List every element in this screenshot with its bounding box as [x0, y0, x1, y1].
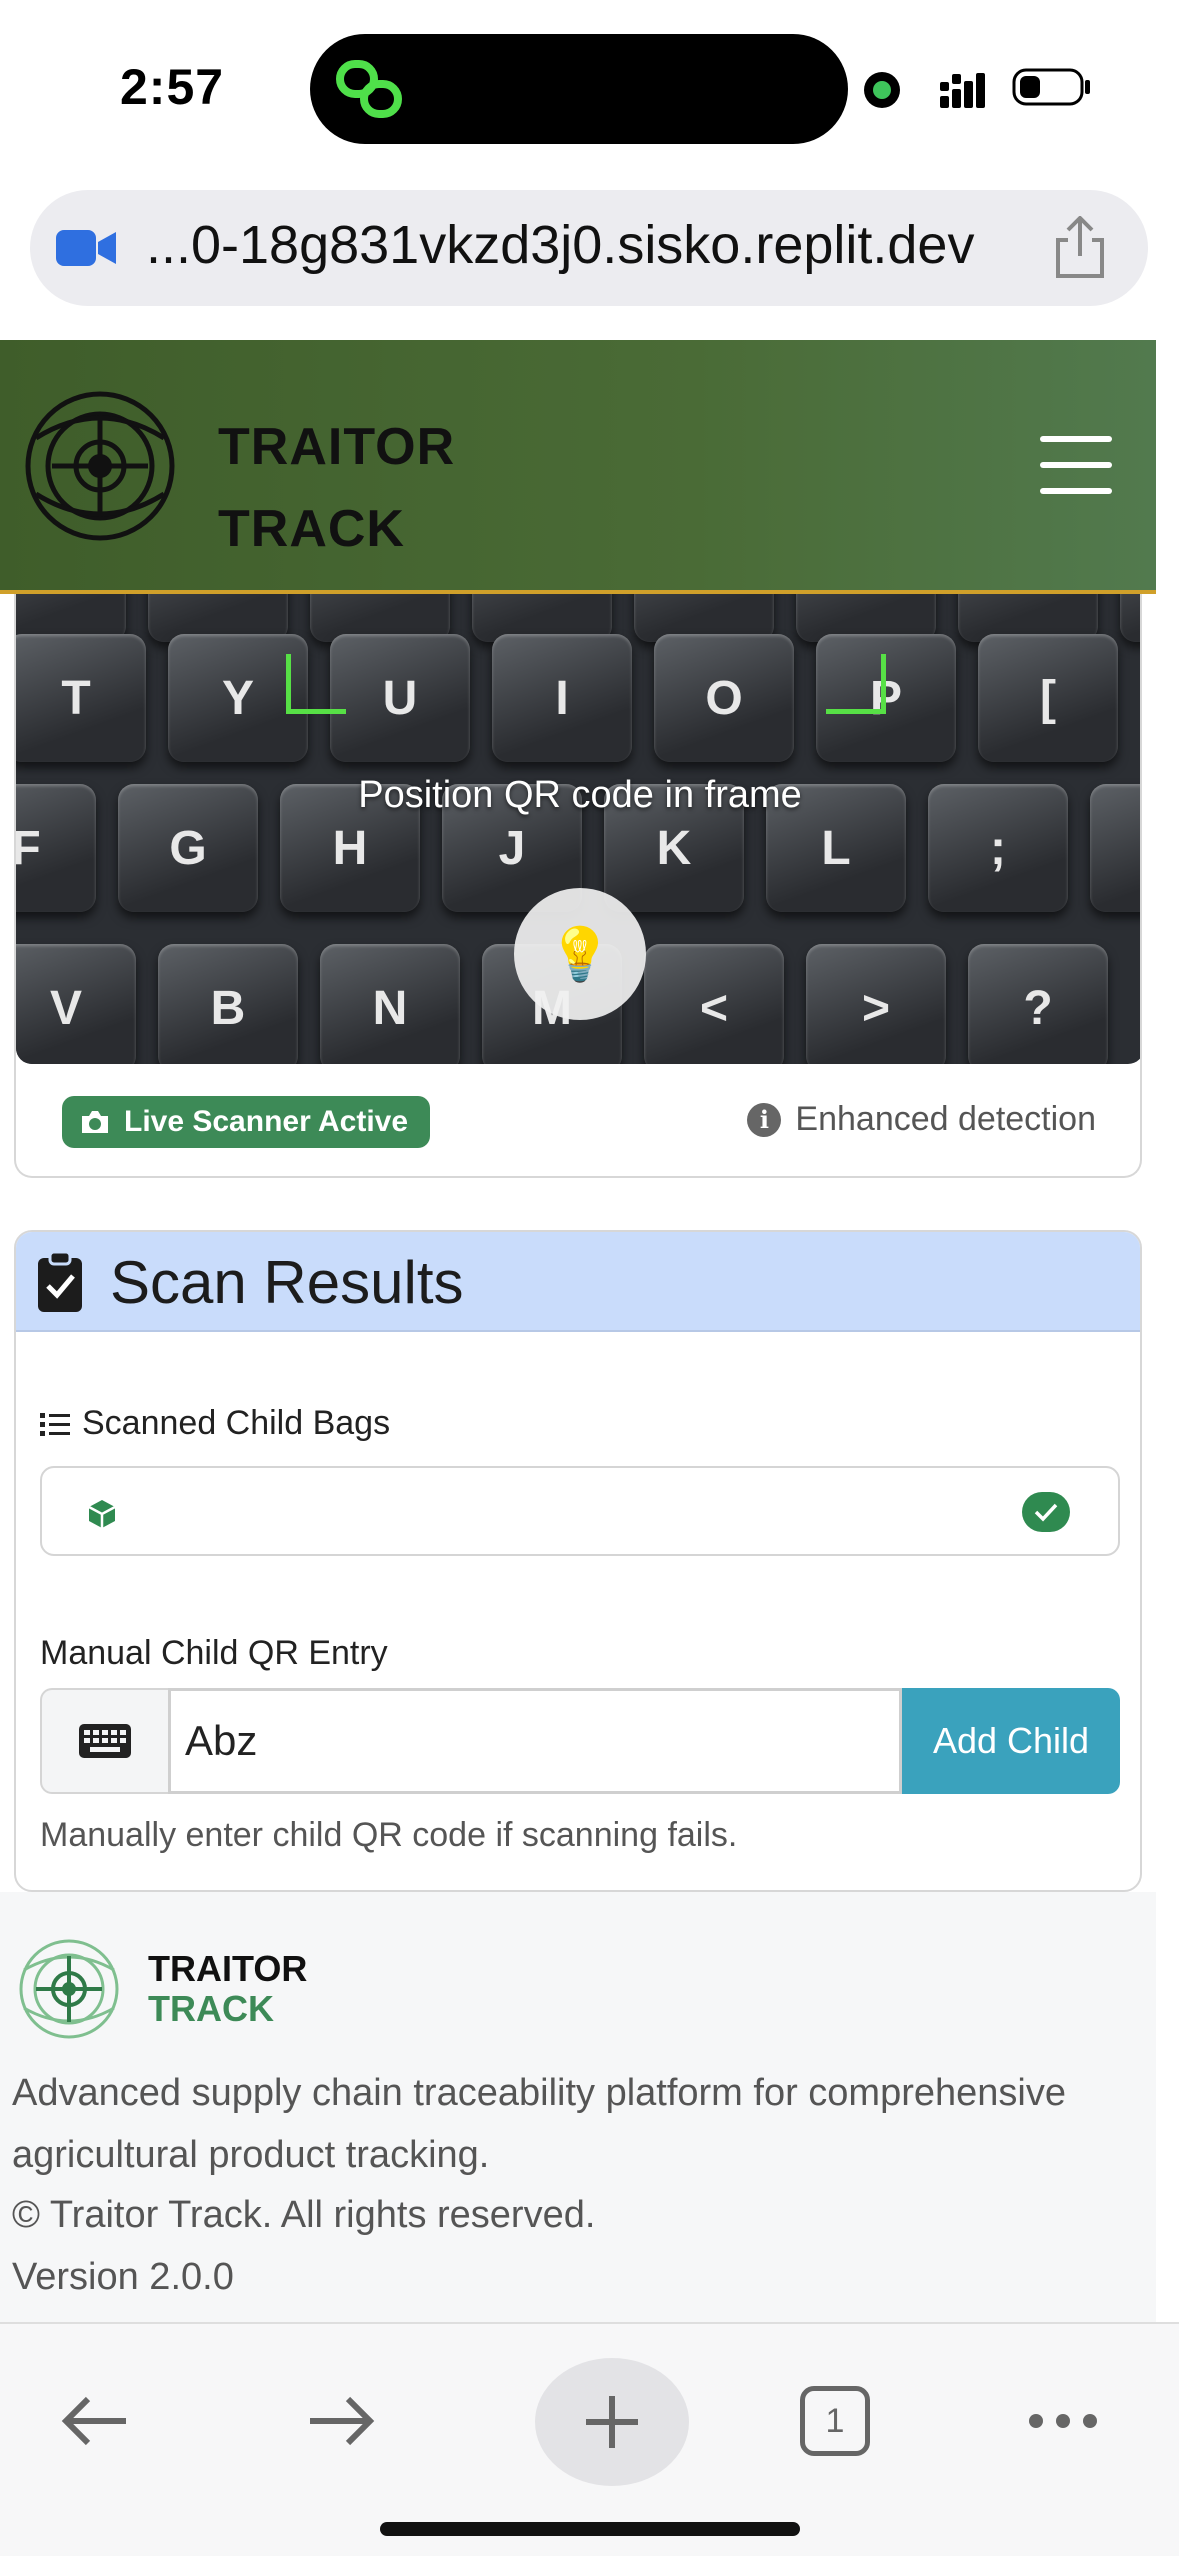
key-label: N: [320, 944, 460, 1064]
live-badge-label: Live Scanner Active: [124, 1105, 409, 1138]
child-bag-list: [40, 1466, 1120, 1556]
signal-icon: [940, 73, 985, 108]
scanner-status-bar: Live Scanner Active i Enhanced detection: [16, 1064, 1140, 1176]
key-label: T: [16, 634, 146, 762]
footer-brand-line-2: TRACK: [148, 1988, 274, 2029]
key-label: U: [330, 634, 470, 762]
enhanced-detection-label: Enhanced detection: [795, 1100, 1096, 1138]
key-label: B: [158, 944, 298, 1064]
manual-entry-label: Manual Child QR Entry: [40, 1634, 388, 1672]
scan-results-card: Scan Results Scanned Child Bags Manual C…: [14, 1230, 1142, 1892]
link-app-icon: [336, 60, 402, 118]
more-dots-icon: [1029, 2414, 1097, 2428]
keyboard-row-2: T Y U I O P [: [16, 634, 1118, 762]
footer-brand-line-1: TRAITOR: [148, 1948, 308, 1989]
camera-icon: [82, 1111, 108, 1133]
list-icon: [40, 1412, 70, 1436]
app-header: TRAITOR TRACK: [0, 340, 1156, 594]
key-label: V: [16, 944, 136, 1064]
url-text[interactable]: ...0-18g831vkzd3j0.sisko.replit.dev: [146, 214, 974, 276]
footer-version: Version 2.0.0: [12, 2256, 234, 2298]
add-child-button[interactable]: Add Child: [902, 1688, 1120, 1794]
info-icon: i: [747, 1102, 782, 1137]
arrow-left-icon: [61, 2396, 126, 2446]
key-label: <: [644, 944, 784, 1064]
scan-frame-corner: [826, 654, 886, 714]
camera-indicator-icon: [864, 72, 900, 108]
brand-line-2: TRACK: [218, 500, 405, 558]
back-button[interactable]: [40, 2366, 150, 2476]
dynamic-island: [310, 34, 848, 144]
footer-logo-icon: [19, 1939, 119, 2039]
torch-toggle-button[interactable]: 💡: [514, 888, 646, 1020]
child-qr-input[interactable]: [168, 1688, 902, 1794]
live-scanner-badge: Live Scanner Active: [62, 1096, 431, 1148]
scan-prompt: Position QR code in frame: [358, 774, 802, 816]
results-header: Scan Results: [16, 1232, 1140, 1332]
scan-frame-corner: [286, 654, 346, 714]
brand-name: TRAITOR TRACK: [218, 406, 455, 570]
new-tab-button[interactable]: [535, 2358, 689, 2486]
key-label: O: [654, 634, 794, 762]
keyboard-icon: [40, 1688, 168, 1794]
video-camera-icon: [56, 230, 116, 266]
scanner-card: T Y U I O P [ F G H J K L ; ' V B N M < …: [14, 594, 1142, 1178]
forward-button[interactable]: [286, 2366, 396, 2476]
more-button[interactable]: [1008, 2366, 1118, 2476]
tab-count: 1: [800, 2386, 870, 2456]
clipboard-check-icon: [38, 1250, 82, 1312]
footer-description: Advanced supply chain traceability platf…: [12, 2072, 1066, 2176]
manual-entry-group: Add Child: [40, 1688, 1120, 1794]
key-label: ?: [968, 944, 1108, 1064]
manual-entry-help: Manually enter child QR code if scanning…: [40, 1816, 738, 1854]
enhanced-detection-note: i Enhanced detection: [747, 1100, 1096, 1139]
browser-toolbar: 1: [0, 2322, 1179, 2556]
check-icon: [1022, 1492, 1070, 1532]
home-indicator: [380, 2522, 800, 2536]
key-label: [: [978, 634, 1118, 762]
status-bar: 2:57: [0, 0, 1179, 180]
arrow-right-icon: [310, 2396, 375, 2446]
footer-copyright: © Traitor Track. All rights reserved.: [12, 2194, 596, 2236]
child-bags-heading: Scanned Child Bags: [40, 1404, 390, 1443]
page-footer: TRAITOR TRACK Advanced supply chain trac…: [0, 1892, 1156, 2322]
brand-line-1: TRAITOR: [218, 418, 456, 476]
page-edge: [1156, 340, 1179, 2540]
child-bags-label: Scanned Child Bags: [82, 1404, 391, 1442]
traitor-track-logo-icon[interactable]: [22, 388, 178, 544]
lightbulb-icon: 💡: [547, 925, 613, 984]
camera-viewfinder[interactable]: T Y U I O P [ F G H J K L ; ' V B N M < …: [16, 594, 1140, 1064]
results-title: Scan Results: [110, 1249, 464, 1316]
battery-icon: [1012, 68, 1090, 106]
key-label: I: [492, 634, 632, 762]
key-label: >: [806, 944, 946, 1064]
address-bar[interactable]: ...0-18g831vkzd3j0.sisko.replit.dev: [30, 190, 1148, 306]
hamburger-menu-icon[interactable]: [1040, 436, 1112, 494]
status-time: 2:57: [120, 59, 225, 115]
box-icon: [88, 1500, 116, 1528]
tabs-button[interactable]: 1: [780, 2366, 890, 2476]
plus-icon: [586, 2396, 638, 2448]
share-icon[interactable]: [1050, 216, 1110, 280]
